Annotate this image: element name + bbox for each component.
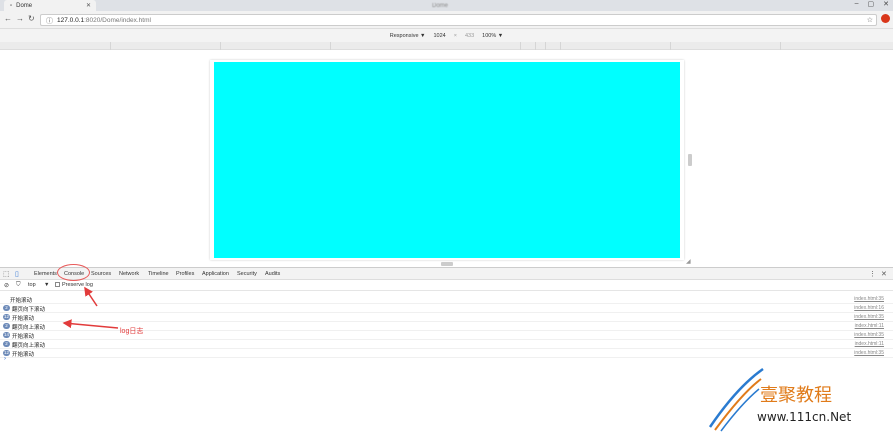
- console-message: 翻页向下滚动: [12, 307, 46, 313]
- star-icon[interactable]: ☆: [867, 16, 873, 24]
- info-icon[interactable]: ⓘ: [46, 16, 53, 26]
- forward-icon[interactable]: →: [16, 14, 24, 23]
- repeat-badge: 2: [3, 323, 10, 329]
- tab-dome[interactable]: ▫ Dome ✕: [4, 0, 96, 11]
- tab-blurred-4[interactable]: Dome: [426, 0, 526, 11]
- url-host: 127.0.0.1: [57, 17, 85, 24]
- tab-audits[interactable]: Audits: [265, 271, 280, 277]
- media-query-bar: [0, 42, 893, 50]
- filter-icon[interactable]: ⛉: [16, 282, 21, 289]
- emulated-viewport: [210, 60, 684, 260]
- tab-timeline[interactable]: Timeline: [148, 271, 169, 277]
- console-source-link[interactable]: index.html:35: [854, 332, 884, 338]
- tab-strip: ▫ Dome ✕ Dome – ▢ ✕: [0, 0, 893, 11]
- preserve-log-label: Preserve log: [62, 282, 93, 288]
- tab-title: Dome: [16, 2, 33, 9]
- tab-application[interactable]: Application: [202, 271, 229, 277]
- resize-handle-right[interactable]: [688, 154, 692, 166]
- console-prompt[interactable]: ›: [4, 356, 6, 362]
- annotation-label: log日志: [120, 328, 144, 335]
- url-path: :8020/Dome/index.html: [84, 17, 151, 24]
- preserve-log-checkbox[interactable]: Preserve log: [55, 282, 93, 288]
- inspect-icon[interactable]: ⬚: [3, 270, 10, 278]
- back-icon[interactable]: ←: [4, 14, 12, 23]
- tab-blurred-3[interactable]: [322, 0, 422, 11]
- console-message: 开始滚动: [12, 334, 35, 340]
- zoom-select[interactable]: 100% ▼: [482, 33, 503, 39]
- console-message: 开始滚动: [12, 316, 35, 322]
- watermark-logo: 壹聚教程: [760, 385, 832, 406]
- repeat-badge: 2: [3, 305, 10, 311]
- tab-security[interactable]: Security: [237, 271, 257, 277]
- device-toolbar: Responsive ▼ 1024 × 433 100% ▼: [0, 29, 893, 42]
- tab-blurred-2[interactable]: [210, 0, 320, 11]
- context-select[interactable]: top: [28, 282, 36, 288]
- console-message: 开始滚动: [10, 298, 33, 304]
- console-row: 12 开始滚动 index.html:35: [0, 349, 893, 358]
- console-row: 12 开始滚动 index.html:35: [0, 313, 893, 322]
- console-row: 开始滚动 index.html:35: [0, 295, 893, 304]
- close-icon[interactable]: ✕: [883, 0, 889, 8]
- clear-icon[interactable]: ⊘: [4, 282, 9, 289]
- watermark-swoosh-icon: [708, 367, 764, 432]
- console-message: 翻页向上滚动: [12, 343, 46, 349]
- tab-sources[interactable]: Sources: [91, 271, 111, 277]
- console-source-link[interactable]: index.html:11: [855, 341, 884, 347]
- console-message: 开始滚动: [12, 352, 35, 358]
- height-field[interactable]: 433: [465, 33, 474, 39]
- resize-handle-bottom[interactable]: [441, 262, 453, 266]
- address-bar: ← → ↻ ⓘ 127.0.0.1:8020/Dome/index.html ☆: [0, 11, 893, 29]
- console-source-link[interactable]: index.html:11: [855, 323, 884, 329]
- tab-network[interactable]: Network: [119, 271, 139, 277]
- repeat-badge: 12: [3, 314, 10, 320]
- cyan-page: [214, 62, 680, 258]
- tab-elements[interactable]: Elements: [34, 271, 57, 277]
- tab-profiles[interactable]: Profiles: [176, 271, 194, 277]
- more-icon[interactable]: ⋮: [869, 270, 876, 278]
- console-toolbar: ⊘ ⛉ top ▼ Preserve log: [0, 280, 893, 291]
- repeat-badge: 2: [3, 341, 10, 347]
- watermark-url: www.111cn.Net: [757, 410, 852, 424]
- console-source-link[interactable]: index.html:16: [854, 305, 884, 311]
- minimize-icon[interactable]: –: [855, 0, 859, 8]
- resize-corner-icon[interactable]: ◢: [686, 258, 691, 265]
- devtools-close-icon[interactable]: ✕: [881, 270, 887, 278]
- width-field[interactable]: 1024: [434, 33, 446, 39]
- tab-blurred-1[interactable]: [98, 0, 208, 11]
- maximize-icon[interactable]: ▢: [868, 0, 875, 8]
- device-icon[interactable]: ▯: [15, 270, 19, 278]
- dimension-separator: ×: [453, 32, 457, 39]
- devtools-tabbar: ⬚ ▯ Elements Console Sources Network Tim…: [0, 268, 893, 280]
- extension-icon[interactable]: [881, 14, 890, 23]
- console-row: 2 翻页向上滚动 index.html:11: [0, 340, 893, 349]
- console-message: 翻页向上滚动: [12, 325, 46, 331]
- console-source-link[interactable]: index.html:35: [854, 296, 884, 302]
- url-input[interactable]: ⓘ 127.0.0.1:8020/Dome/index.html ☆: [40, 14, 877, 26]
- tab-close-icon[interactable]: ✕: [86, 2, 91, 9]
- context-arrow-icon[interactable]: ▼: [44, 282, 49, 288]
- reload-icon[interactable]: ↻: [28, 14, 35, 23]
- console-tab-highlight: [57, 264, 90, 281]
- console-source-link[interactable]: index.html:35: [854, 314, 884, 320]
- console-source-link[interactable]: index.html:35: [854, 350, 884, 356]
- device-select[interactable]: Responsive ▼: [390, 33, 426, 39]
- page-icon: ▫: [10, 2, 13, 9]
- repeat-badge: 14: [3, 332, 10, 338]
- window-controls: – ▢ ✕: [855, 0, 889, 8]
- console-row: 2 翻页向下滚动 index.html:16: [0, 304, 893, 313]
